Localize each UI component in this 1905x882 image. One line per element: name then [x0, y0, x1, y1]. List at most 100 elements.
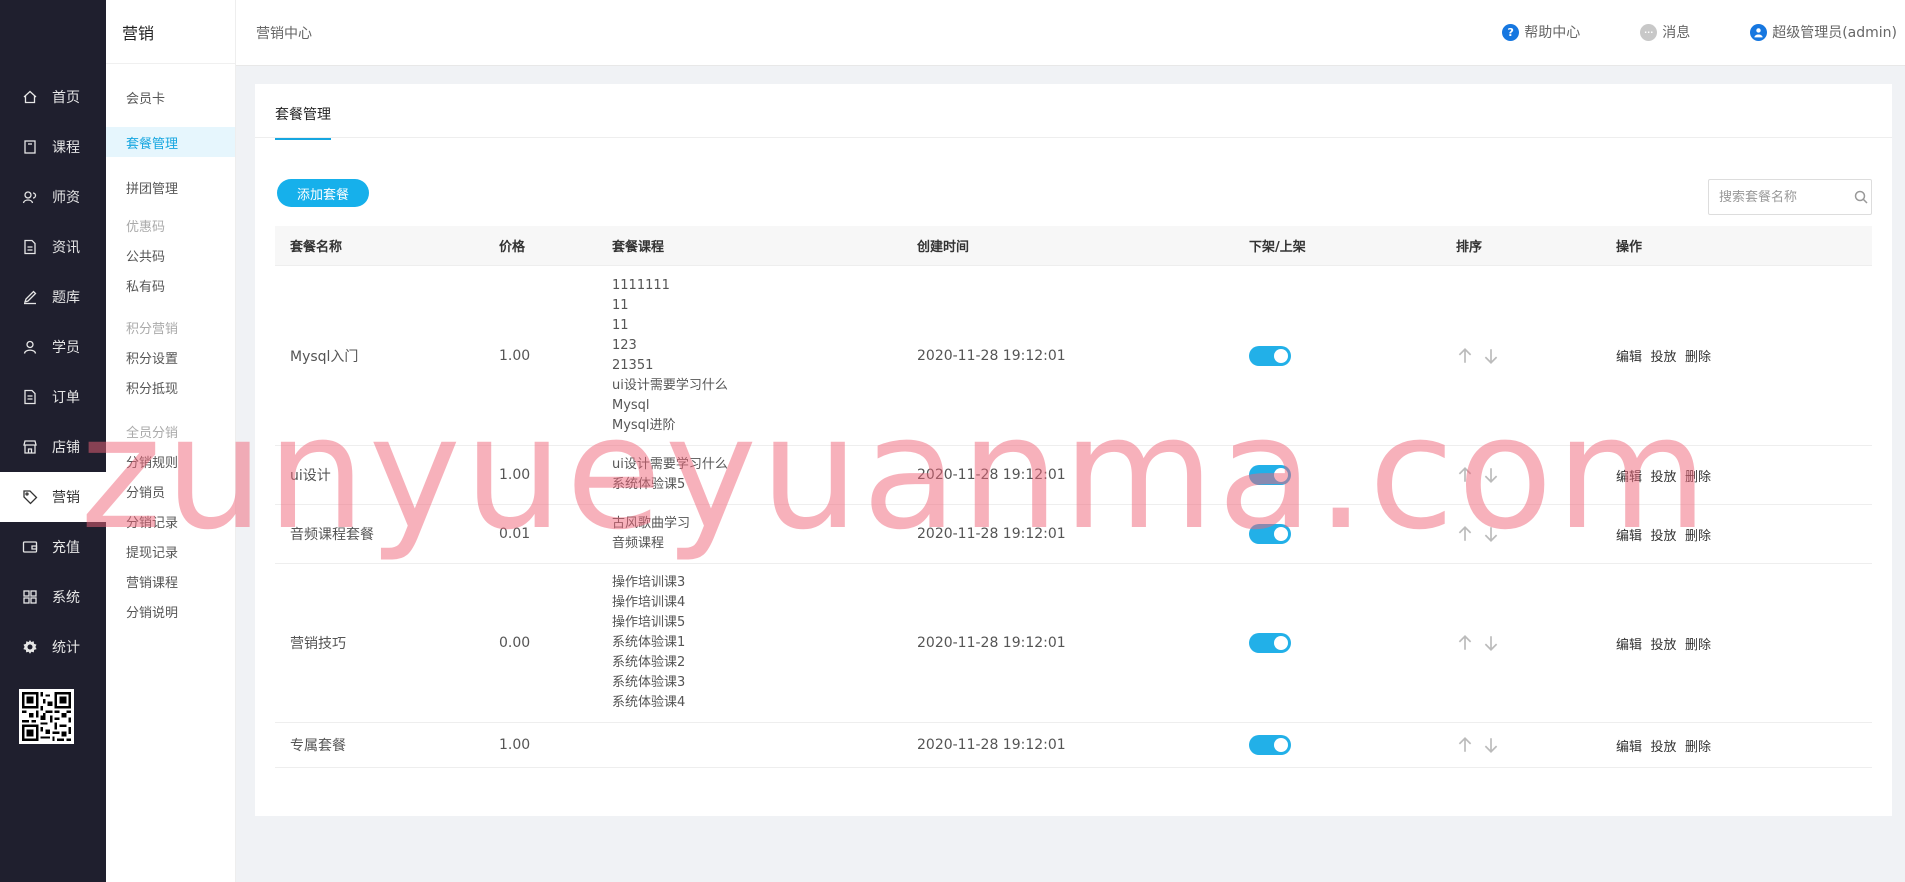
- cell-actions: 编辑 投放 删除: [1616, 736, 1872, 755]
- delete-link[interactable]: 删除: [1685, 740, 1711, 755]
- shelf-toggle[interactable]: [1249, 524, 1291, 544]
- col-header-shelf: 下架/上架: [1249, 240, 1306, 255]
- publish-link[interactable]: 投放: [1650, 529, 1676, 544]
- subnav-item-package-mgmt[interactable]: 套餐管理: [106, 127, 235, 157]
- subnav-item-distribution-desc[interactable]: 分销说明: [106, 596, 235, 626]
- subnav-item-withdraw-records[interactable]: 提现记录: [106, 536, 235, 566]
- shelf-toggle[interactable]: [1249, 735, 1291, 755]
- publish-link[interactable]: 投放: [1650, 470, 1676, 485]
- nav-item-question-bank[interactable]: 题库: [0, 272, 106, 322]
- cell-sort: [1456, 525, 1616, 543]
- nav-item-news[interactable]: 资讯: [0, 222, 106, 272]
- publish-link[interactable]: 投放: [1650, 638, 1676, 653]
- cell-sort: [1456, 466, 1616, 484]
- cell-courses: 1111111 11 11 123 21351 ui设计需要学习什么 Mysql…: [612, 276, 917, 436]
- shelf-toggle[interactable]: [1249, 465, 1291, 485]
- course-item: 1111111: [612, 277, 670, 293]
- table-row: ui设计 1.00 ui设计需要学习什么 系统体验课5 2020-11-28 1…: [275, 446, 1872, 505]
- pen-icon: [22, 289, 38, 305]
- user-menu[interactable]: 超级管理员(admin): [1750, 22, 1897, 42]
- cell-created: 2020-11-28 19:12:01: [917, 467, 1066, 483]
- nav-item-shop[interactable]: 店铺: [0, 422, 106, 472]
- course-item: Mysql进阶: [612, 417, 676, 433]
- course-item: Mysql: [612, 397, 650, 413]
- nav-item-students[interactable]: 学员: [0, 322, 106, 372]
- help-center-label: 帮助中心: [1524, 25, 1581, 41]
- subnav-item-distribution-records[interactable]: 分销记录: [106, 506, 235, 536]
- cell-shelf: [1249, 735, 1456, 755]
- cell-actions: 编辑 投放 删除: [1616, 466, 1872, 485]
- course-item: 系统体验课2: [612, 655, 686, 670]
- nav-item-system[interactable]: 系统: [0, 572, 106, 622]
- publish-link[interactable]: 投放: [1650, 350, 1676, 365]
- edit-link[interactable]: 编辑: [1616, 470, 1642, 485]
- nav-item-home[interactable]: 首页: [0, 72, 106, 122]
- nav-item-marketing[interactable]: 营销: [0, 472, 106, 522]
- nav-label: 统计: [52, 640, 80, 656]
- cell-actions: 编辑 投放 删除: [1616, 346, 1872, 365]
- nav-item-orders[interactable]: 订单: [0, 372, 106, 422]
- shelf-toggle[interactable]: [1249, 633, 1291, 653]
- add-package-button[interactable]: 添加套餐: [277, 179, 369, 207]
- edit-link[interactable]: 编辑: [1616, 638, 1642, 653]
- publish-link[interactable]: 投放: [1650, 740, 1676, 755]
- arrow-up-icon[interactable]: [1456, 347, 1474, 365]
- help-center-link[interactable]: ? 帮助中心: [1502, 22, 1580, 42]
- edit-link[interactable]: 编辑: [1616, 350, 1642, 365]
- cell-courses: 操作培训课3 操作培训课4 操作培训课5 系统体验课1 系统体验课2 系统体验课…: [612, 573, 917, 713]
- subnav-item-points-settings[interactable]: 积分设置: [106, 342, 235, 372]
- arrow-up-icon[interactable]: [1456, 634, 1474, 652]
- search-input[interactable]: [1719, 189, 1849, 205]
- search-icon[interactable]: [1853, 189, 1869, 205]
- subnav-item-private-code[interactable]: 私有码: [106, 270, 235, 300]
- arrow-down-icon[interactable]: [1482, 525, 1500, 543]
- arrow-up-icon[interactable]: [1456, 466, 1474, 484]
- user-icon: [22, 339, 38, 355]
- nav-label: 学员: [52, 340, 80, 356]
- subnav-title: 营销: [106, 0, 235, 64]
- tag-icon: [22, 489, 38, 505]
- cell-created: 2020-11-28 19:12:01: [917, 635, 1066, 651]
- subnav-item-marketing-courses[interactable]: 营销课程: [106, 566, 235, 596]
- tab-package-mgmt[interactable]: 套餐管理: [275, 104, 331, 140]
- subnav-item-points-offset[interactable]: 积分抵现: [106, 372, 235, 402]
- subnav-item-distribution-rules[interactable]: 分销规则: [106, 446, 235, 476]
- cell-actions: 编辑 投放 删除: [1616, 634, 1872, 653]
- messages-link[interactable]: ··· 消息: [1640, 22, 1690, 42]
- arrow-down-icon[interactable]: [1482, 466, 1500, 484]
- subnav-item-distributors[interactable]: 分销员: [106, 476, 235, 506]
- arrow-down-icon[interactable]: [1482, 347, 1500, 365]
- course-item: 系统体验课5: [612, 477, 686, 492]
- course-item: 系统体验课3: [612, 675, 686, 690]
- subnav-item-group-buy[interactable]: 拼团管理: [106, 172, 235, 202]
- col-header-price: 价格: [499, 240, 526, 255]
- message-icon: ···: [1640, 23, 1658, 41]
- delete-link[interactable]: 删除: [1685, 529, 1711, 544]
- nav-item-teachers[interactable]: 师资: [0, 172, 106, 222]
- nav-item-recharge[interactable]: 充值: [0, 522, 106, 572]
- delete-link[interactable]: 删除: [1685, 470, 1711, 485]
- edit-link[interactable]: 编辑: [1616, 740, 1642, 755]
- package-table: 套餐名称 价格 套餐课程 创建时间 下架/上架 排序 操作 Mysql入门 1.…: [275, 226, 1872, 768]
- cell-name: ui设计: [290, 468, 331, 484]
- nav-label: 营销: [52, 490, 80, 506]
- subnav-item-member-card[interactable]: 会员卡: [106, 82, 235, 112]
- nav-item-stats[interactable]: 统计: [0, 622, 106, 672]
- delete-link[interactable]: 删除: [1685, 638, 1711, 653]
- cell-courses: ui设计需要学习什么 系统体验课5: [612, 455, 917, 495]
- delete-link[interactable]: 删除: [1685, 350, 1711, 365]
- arrow-up-icon[interactable]: [1456, 736, 1474, 754]
- arrow-down-icon[interactable]: [1482, 736, 1500, 754]
- shelf-toggle[interactable]: [1249, 345, 1291, 366]
- wallet-icon: [22, 539, 38, 555]
- arrow-down-icon[interactable]: [1482, 634, 1500, 652]
- subnav-item-public-code[interactable]: 公共码: [106, 240, 235, 270]
- gear-icon: [22, 639, 38, 655]
- arrow-up-icon[interactable]: [1456, 525, 1474, 543]
- cell-shelf: [1249, 633, 1456, 653]
- sub-nav: 营销 会员卡 套餐管理 拼团管理 优惠码 公共码 私有码 积分营销 积分设置 积…: [106, 0, 236, 882]
- course-item: 系统体验课1: [612, 635, 686, 650]
- edit-link[interactable]: 编辑: [1616, 529, 1642, 544]
- nav-label: 首页: [52, 90, 80, 106]
- nav-item-courses[interactable]: 课程: [0, 122, 106, 172]
